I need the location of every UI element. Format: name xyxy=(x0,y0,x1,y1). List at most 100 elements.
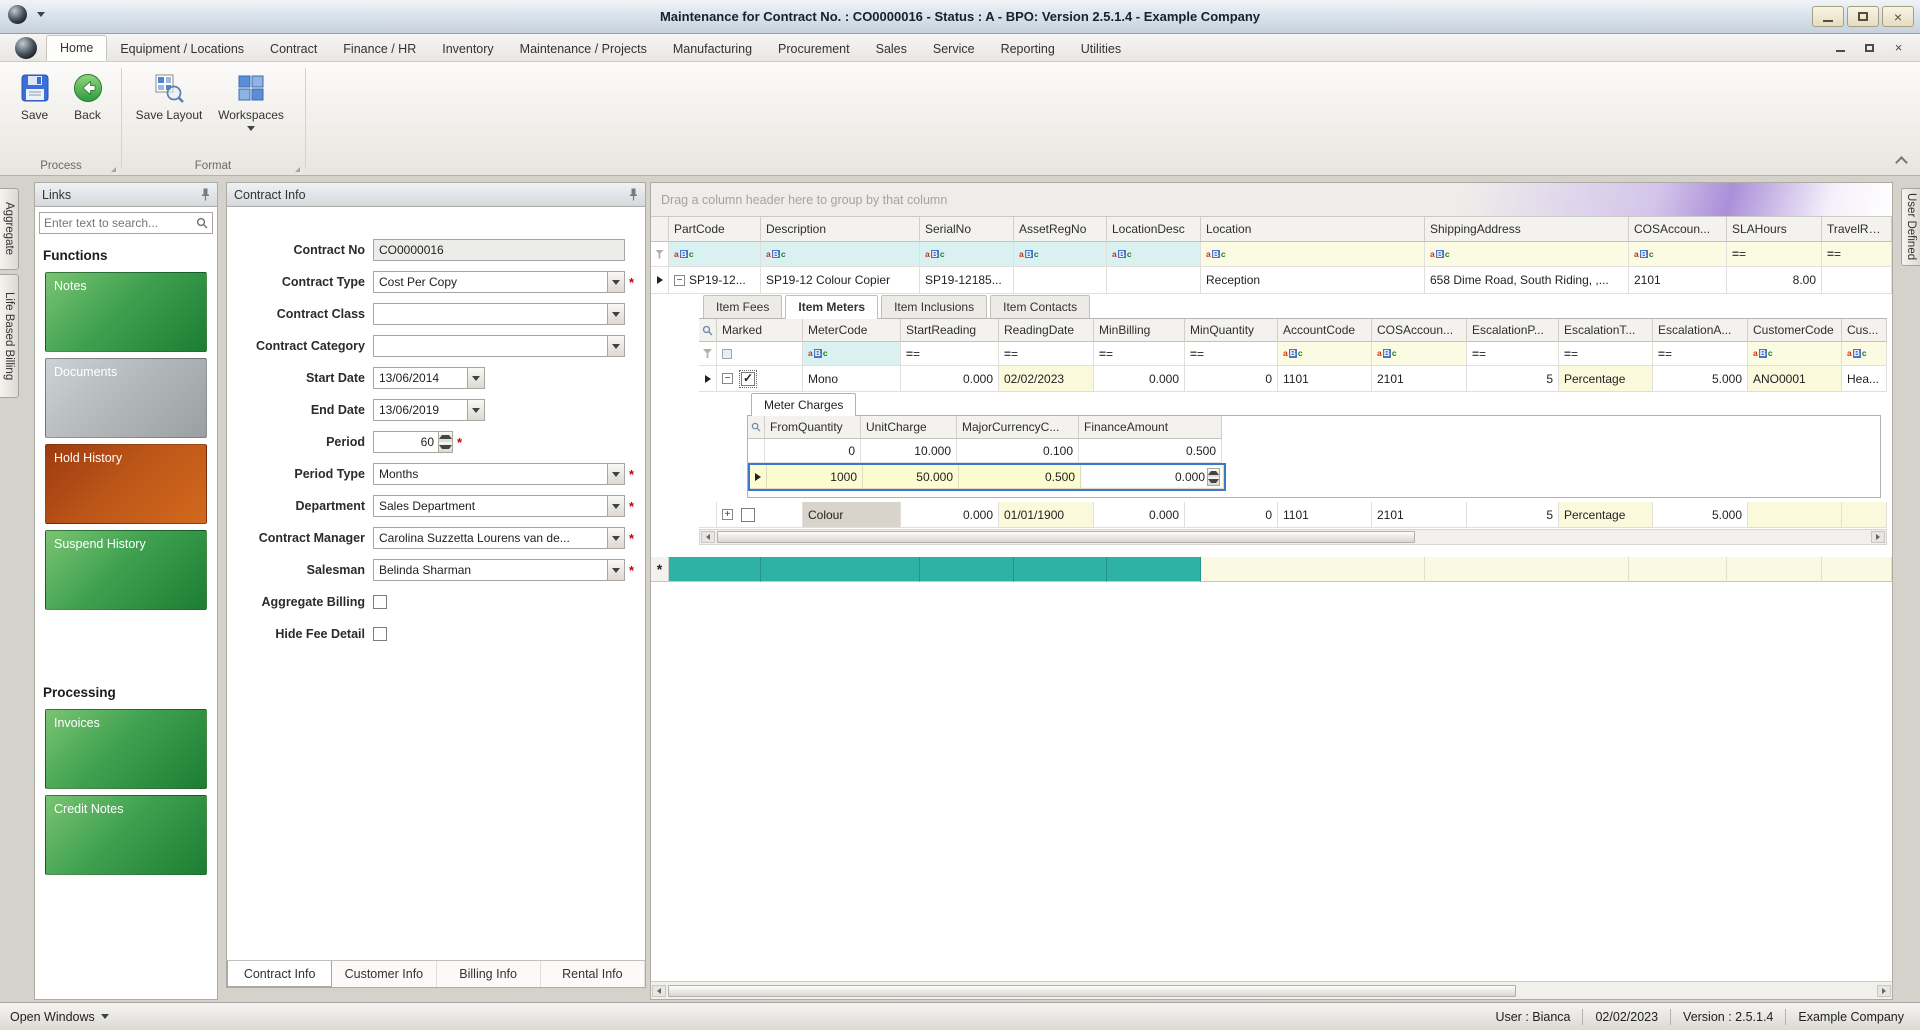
cell-minbilling[interactable]: 0.000 xyxy=(1094,366,1185,392)
cell-shippingaddress[interactable]: 658 Dime Road, South Riding, ,... xyxy=(1425,267,1629,294)
cell-cosaccount[interactable]: 2101 xyxy=(1629,267,1727,294)
filter-metercode[interactable] xyxy=(803,342,901,366)
tab-contract[interactable]: Contract xyxy=(257,37,330,61)
filter-escalationp[interactable]: = xyxy=(1467,342,1559,366)
cell-marked[interactable]: + xyxy=(717,502,803,528)
abc-filter-icon[interactable] xyxy=(1283,349,1303,358)
cell-minbilling[interactable]: 0.000 xyxy=(1094,502,1185,528)
filter-serialno[interactable] xyxy=(920,242,1014,267)
workspaces-button[interactable]: Workspaces xyxy=(212,68,290,131)
column-header-metercode[interactable]: MeterCode xyxy=(803,319,901,342)
dropdown-button[interactable] xyxy=(607,304,624,324)
expand-detail-icon[interactable]: + xyxy=(722,509,733,520)
new-cell-description[interactable] xyxy=(761,557,920,582)
contract-manager-select[interactable]: Carolina Suzzetta Lourens van de... xyxy=(373,527,625,549)
end-date-picker[interactable]: 13/06/2019 xyxy=(373,399,485,421)
cell-accountcode[interactable]: 1101 xyxy=(1278,366,1372,392)
cell-serialno[interactable]: SP19-12185... xyxy=(920,267,1014,294)
cell-majorcurrency[interactable]: 0.500 xyxy=(959,465,1081,489)
scrollbar-thumb[interactable] xyxy=(717,531,1415,543)
cell-escalationp[interactable]: 5 xyxy=(1467,502,1559,528)
tab-item-inclusions[interactable]: Item Inclusions xyxy=(881,295,988,318)
collapse-detail-icon[interactable]: − xyxy=(722,373,733,384)
filter-startreading[interactable]: = xyxy=(901,342,999,366)
abc-filter-icon[interactable] xyxy=(808,349,828,358)
tab-rental-info[interactable]: Rental Info xyxy=(541,961,645,987)
column-header-locationdesc[interactable]: LocationDesc xyxy=(1107,217,1201,242)
tab-inventory[interactable]: Inventory xyxy=(429,37,506,61)
new-cell-slahours[interactable] xyxy=(1727,557,1822,582)
marked-checkbox[interactable] xyxy=(741,507,755,522)
department-select[interactable]: Sales Department xyxy=(373,495,625,517)
column-header-customercode[interactable]: CustomerCode xyxy=(1748,319,1842,342)
side-tab-user-defined[interactable]: User Defined xyxy=(1901,188,1920,266)
filter-customer[interactable] xyxy=(1842,342,1887,366)
scroll-left-icon[interactable] xyxy=(652,984,666,997)
scroll-left-icon[interactable] xyxy=(701,531,715,543)
cell-marked[interactable]: − xyxy=(717,366,803,392)
tab-contract-info[interactable]: Contract Info xyxy=(227,961,333,987)
hold-history-button[interactable]: Hold History xyxy=(45,444,207,524)
cell-escalationa[interactable]: 5.000 xyxy=(1653,366,1748,392)
filter-readingdate[interactable]: = xyxy=(999,342,1094,366)
cell-cosaccount[interactable]: 2101 xyxy=(1372,502,1467,528)
new-cell-locationdesc[interactable] xyxy=(1107,557,1201,582)
filter-minbilling[interactable]: = xyxy=(1094,342,1185,366)
back-button[interactable]: Back xyxy=(63,68,112,122)
tab-billing-info[interactable]: Billing Info xyxy=(437,961,541,987)
cell-minquantity[interactable]: 0 xyxy=(1185,366,1278,392)
notes-button[interactable]: Notes xyxy=(45,272,207,352)
abc-filter-icon[interactable] xyxy=(1753,349,1773,358)
column-header-assetregno[interactable]: AssetRegNo xyxy=(1014,217,1107,242)
equals-filter-icon[interactable]: = xyxy=(1827,247,1841,261)
checkbox-filter-icon[interactable] xyxy=(722,348,732,359)
dropdown-button[interactable] xyxy=(607,496,624,516)
tab-maintenance-projects[interactable]: Maintenance / Projects xyxy=(507,37,660,61)
cell-readingdate[interactable]: 01/01/1900 xyxy=(999,502,1094,528)
tab-reporting[interactable]: Reporting xyxy=(988,37,1068,61)
meters-search-icon[interactable] xyxy=(699,319,717,342)
tab-service[interactable]: Service xyxy=(920,37,988,61)
save-button[interactable]: Save xyxy=(10,68,59,122)
cell-metercode[interactable]: Colour xyxy=(803,502,901,528)
column-header-escalationp[interactable]: EscalationP... xyxy=(1467,319,1559,342)
abc-filter-icon[interactable] xyxy=(1377,349,1397,358)
tab-sales[interactable]: Sales xyxy=(863,37,920,61)
column-header-cosaccount[interactable]: COSAccoun... xyxy=(1629,217,1727,242)
contract-class-select[interactable] xyxy=(373,303,625,325)
invoices-button[interactable]: Invoices xyxy=(45,709,207,789)
column-header-cosaccount[interactable]: COSAccoun... xyxy=(1372,319,1467,342)
cell-startreading[interactable]: 0.000 xyxy=(901,366,999,392)
tab-finance-hr[interactable]: Finance / HR xyxy=(330,37,429,61)
column-header-slahours[interactable]: SLAHours xyxy=(1727,217,1822,242)
cell-description[interactable]: SP19-12 Colour Copier xyxy=(761,267,920,294)
charges-search-icon[interactable] xyxy=(748,416,765,439)
links-search-input[interactable] xyxy=(44,216,196,230)
new-cell-travelradius[interactable] xyxy=(1822,557,1892,582)
abc-filter-icon[interactable] xyxy=(1430,250,1450,259)
dropdown-button[interactable] xyxy=(467,400,484,420)
contract-type-select[interactable]: Cost Per Copy xyxy=(373,271,625,293)
tab-procurement[interactable]: Procurement xyxy=(765,37,863,61)
cell-minquantity[interactable]: 0 xyxy=(1185,502,1278,528)
salesman-select[interactable]: Belinda Sharman xyxy=(373,559,625,581)
cell-metercode[interactable]: Mono xyxy=(803,366,901,392)
minimize-button[interactable] xyxy=(1812,6,1844,27)
cell-customer[interactable] xyxy=(1842,502,1887,528)
cell-financeamount-editor[interactable]: 0.000 xyxy=(1081,465,1224,489)
column-header-minbilling[interactable]: MinBilling xyxy=(1094,319,1185,342)
abc-filter-icon[interactable] xyxy=(1847,349,1867,358)
abc-filter-icon[interactable] xyxy=(1634,250,1654,259)
filter-partcode[interactable] xyxy=(669,242,761,267)
filter-travelradius[interactable]: = xyxy=(1822,242,1892,267)
documents-button[interactable]: Documents xyxy=(45,358,207,438)
equals-filter-icon[interactable]: = xyxy=(1564,347,1578,361)
tab-meter-charges[interactable]: Meter Charges xyxy=(751,393,857,416)
side-tab-aggregate[interactable]: Aggregate xyxy=(0,188,19,270)
open-windows-menu[interactable]: Open Windows xyxy=(10,1010,109,1024)
column-header-escalationt[interactable]: EscalationT... xyxy=(1559,319,1653,342)
cell-customercode[interactable]: ANO0001 xyxy=(1748,366,1842,392)
grid-horizontal-scrollbar[interactable] xyxy=(651,981,1892,999)
contract-category-select[interactable] xyxy=(373,335,625,357)
tab-equipment-locations[interactable]: Equipment / Locations xyxy=(107,37,257,61)
